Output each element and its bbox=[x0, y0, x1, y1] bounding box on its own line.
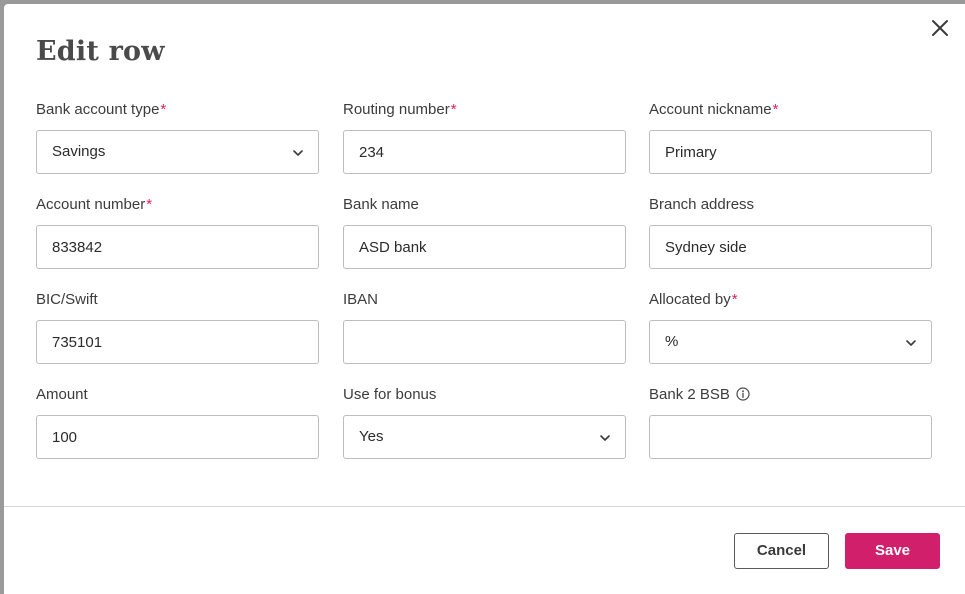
required-mark: * bbox=[731, 291, 738, 308]
use-for-bonus-select[interactable]: Yes bbox=[343, 415, 626, 459]
use-for-bonus-label: Use for bonus bbox=[343, 386, 437, 403]
bank-account-type-label: Bank account type* bbox=[36, 101, 167, 118]
save-button[interactable]: Save bbox=[845, 533, 940, 569]
bank-name-field: Bank name bbox=[343, 195, 626, 269]
bank-account-type-value: Savings bbox=[52, 143, 106, 160]
edit-row-dialog: Edit row Bank account type* Savings Rout… bbox=[4, 4, 965, 594]
chevron-down-icon bbox=[600, 435, 610, 441]
amount-label: Amount bbox=[36, 386, 88, 403]
branch-address-input[interactable] bbox=[649, 225, 932, 269]
bic-swift-input[interactable] bbox=[36, 320, 319, 364]
dialog-title: Edit row bbox=[36, 36, 165, 67]
branch-address-field: Branch address bbox=[649, 195, 932, 269]
required-mark: * bbox=[450, 101, 457, 118]
iban-label: IBAN bbox=[343, 291, 379, 308]
iban-input[interactable] bbox=[343, 320, 626, 364]
chevron-down-icon bbox=[293, 150, 303, 156]
bank-name-input[interactable] bbox=[343, 225, 626, 269]
bank-2-bsb-label: Bank 2 BSB bbox=[649, 385, 932, 405]
use-for-bonus-field: Use for bonus Yes bbox=[343, 385, 626, 459]
required-mark: * bbox=[772, 101, 779, 118]
account-number-label: Account number* bbox=[36, 196, 153, 213]
bic-swift-field: BIC/Swift bbox=[36, 290, 319, 364]
bank-name-label: Bank name bbox=[343, 196, 419, 213]
close-button[interactable] bbox=[928, 16, 952, 40]
routing-number-input[interactable] bbox=[343, 130, 626, 174]
routing-number-label: Routing number* bbox=[343, 101, 457, 118]
footer-divider bbox=[4, 506, 965, 507]
routing-number-field: Routing number* bbox=[343, 100, 626, 174]
allocated-by-value: % bbox=[665, 333, 679, 350]
account-number-field: Account number* bbox=[36, 195, 319, 269]
branch-address-label: Branch address bbox=[649, 196, 755, 213]
required-mark: * bbox=[146, 196, 153, 213]
bank-2-bsb-input[interactable] bbox=[649, 415, 932, 459]
account-nickname-input[interactable] bbox=[649, 130, 932, 174]
chevron-down-icon bbox=[906, 340, 916, 346]
amount-input[interactable] bbox=[36, 415, 319, 459]
close-icon bbox=[932, 20, 948, 36]
cancel-button[interactable]: Cancel bbox=[734, 533, 829, 569]
allocated-by-field: Allocated by* % bbox=[649, 290, 932, 364]
iban-field: IBAN bbox=[343, 290, 626, 364]
account-nickname-field: Account nickname* bbox=[649, 100, 932, 174]
allocated-by-label: Allocated by* bbox=[649, 291, 738, 308]
account-nickname-label: Account nickname* bbox=[649, 101, 779, 118]
use-for-bonus-value: Yes bbox=[359, 428, 384, 445]
info-icon[interactable] bbox=[736, 387, 750, 401]
bic-swift-label: BIC/Swift bbox=[36, 291, 98, 308]
amount-field: Amount bbox=[36, 385, 319, 459]
bank-2-bsb-field: Bank 2 BSB bbox=[649, 385, 932, 459]
bank-account-type-field: Bank account type* Savings bbox=[36, 100, 319, 174]
account-number-input[interactable] bbox=[36, 225, 319, 269]
bank-account-type-select[interactable]: Savings bbox=[36, 130, 319, 174]
required-mark: * bbox=[160, 101, 167, 118]
allocated-by-select[interactable]: % bbox=[649, 320, 932, 364]
